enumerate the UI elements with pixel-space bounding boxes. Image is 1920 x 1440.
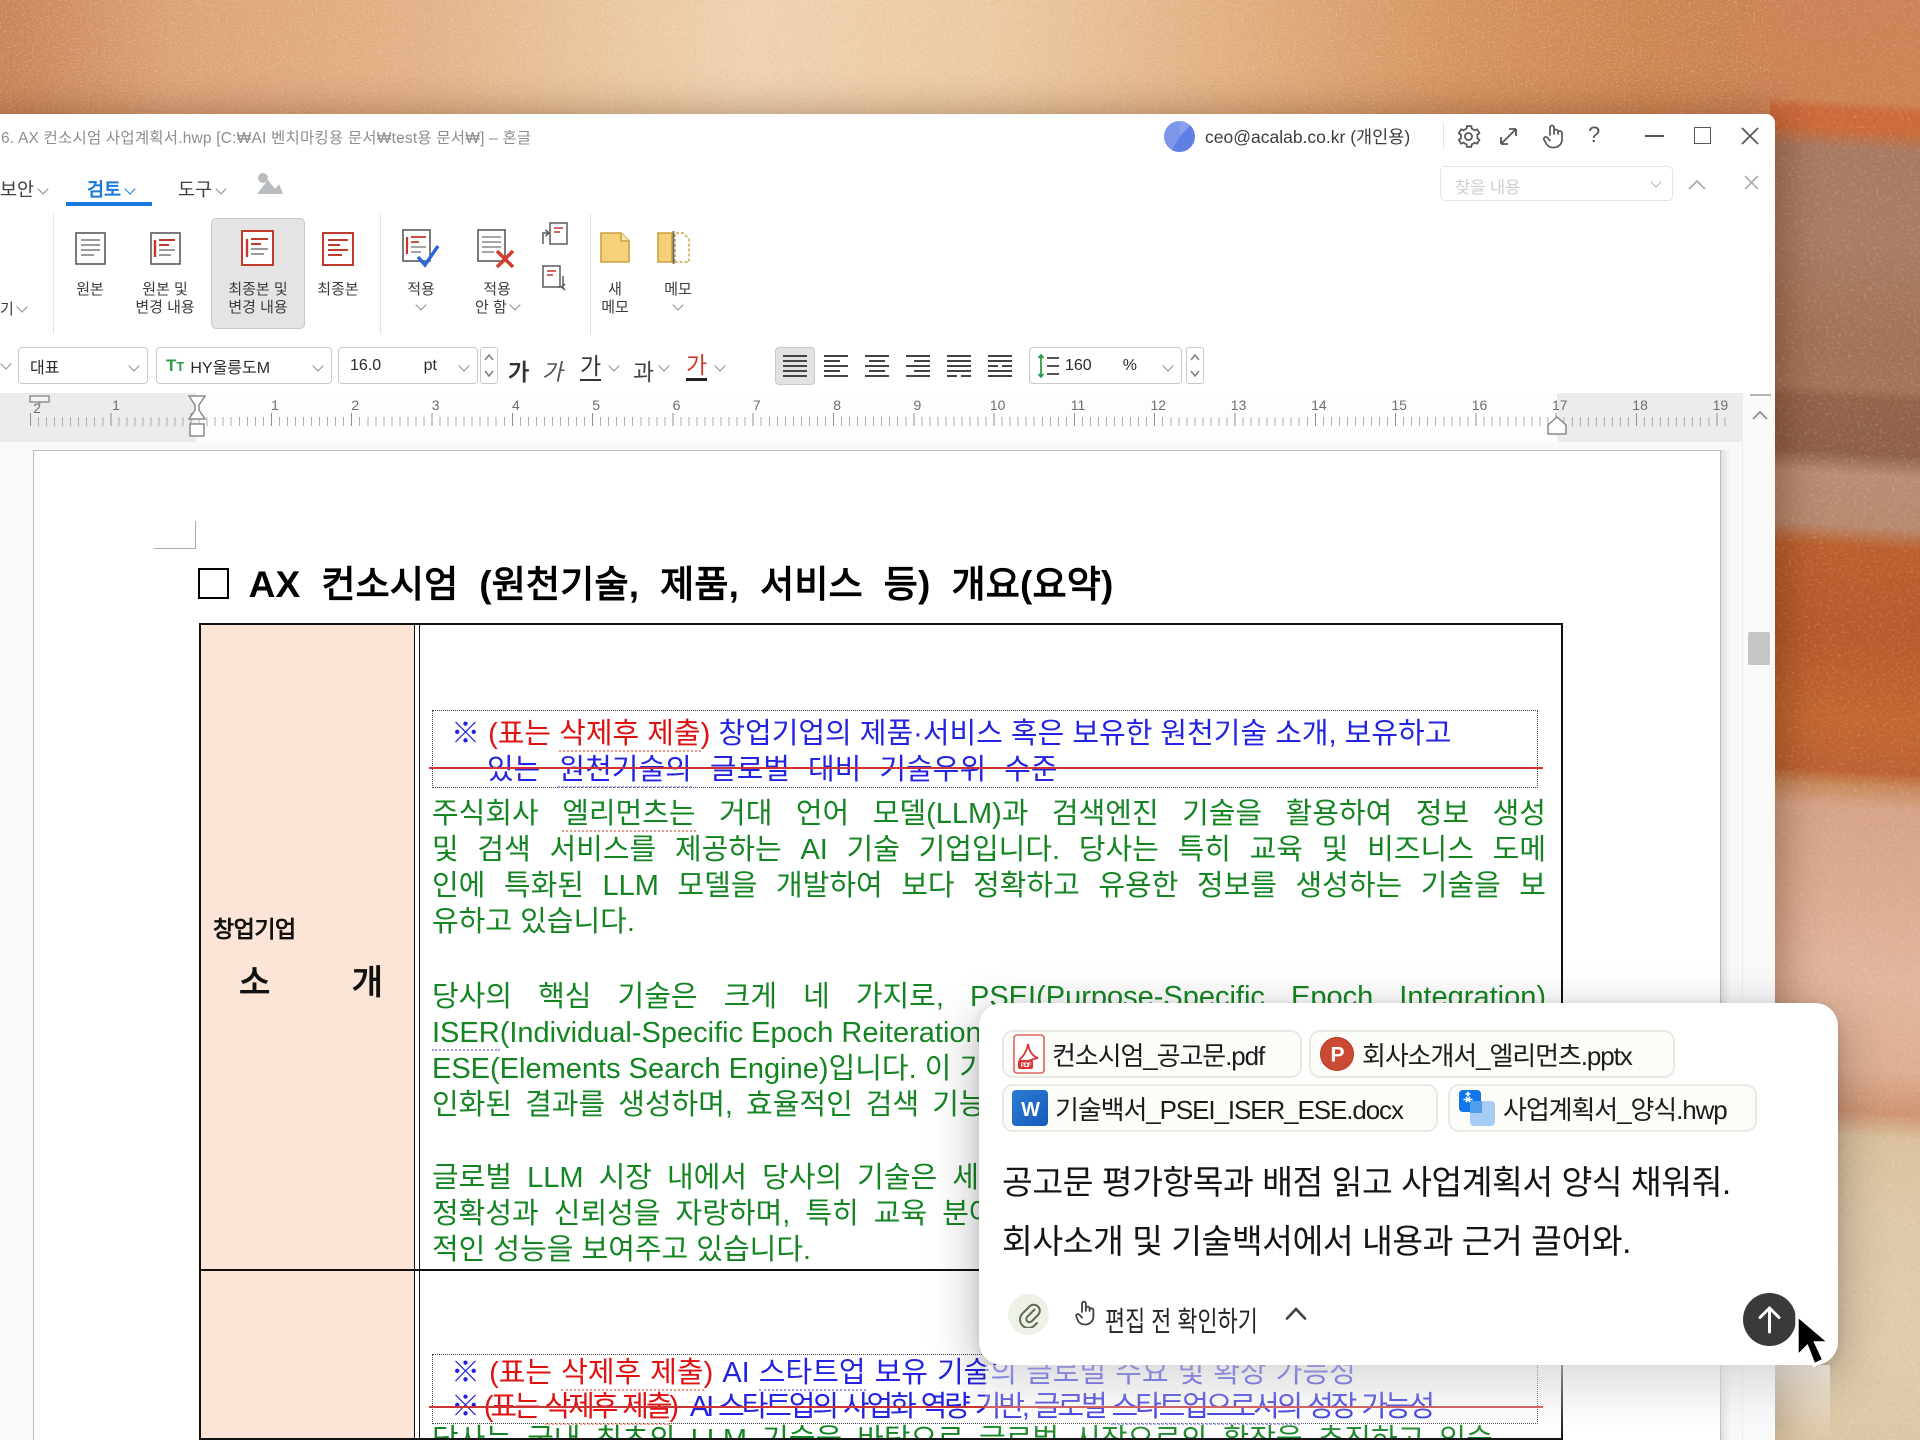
svg-text:W: W (1021, 1099, 1040, 1121)
svg-text:P: P (1331, 1044, 1345, 1067)
svg-text:PDF: PDF (1021, 1062, 1032, 1069)
